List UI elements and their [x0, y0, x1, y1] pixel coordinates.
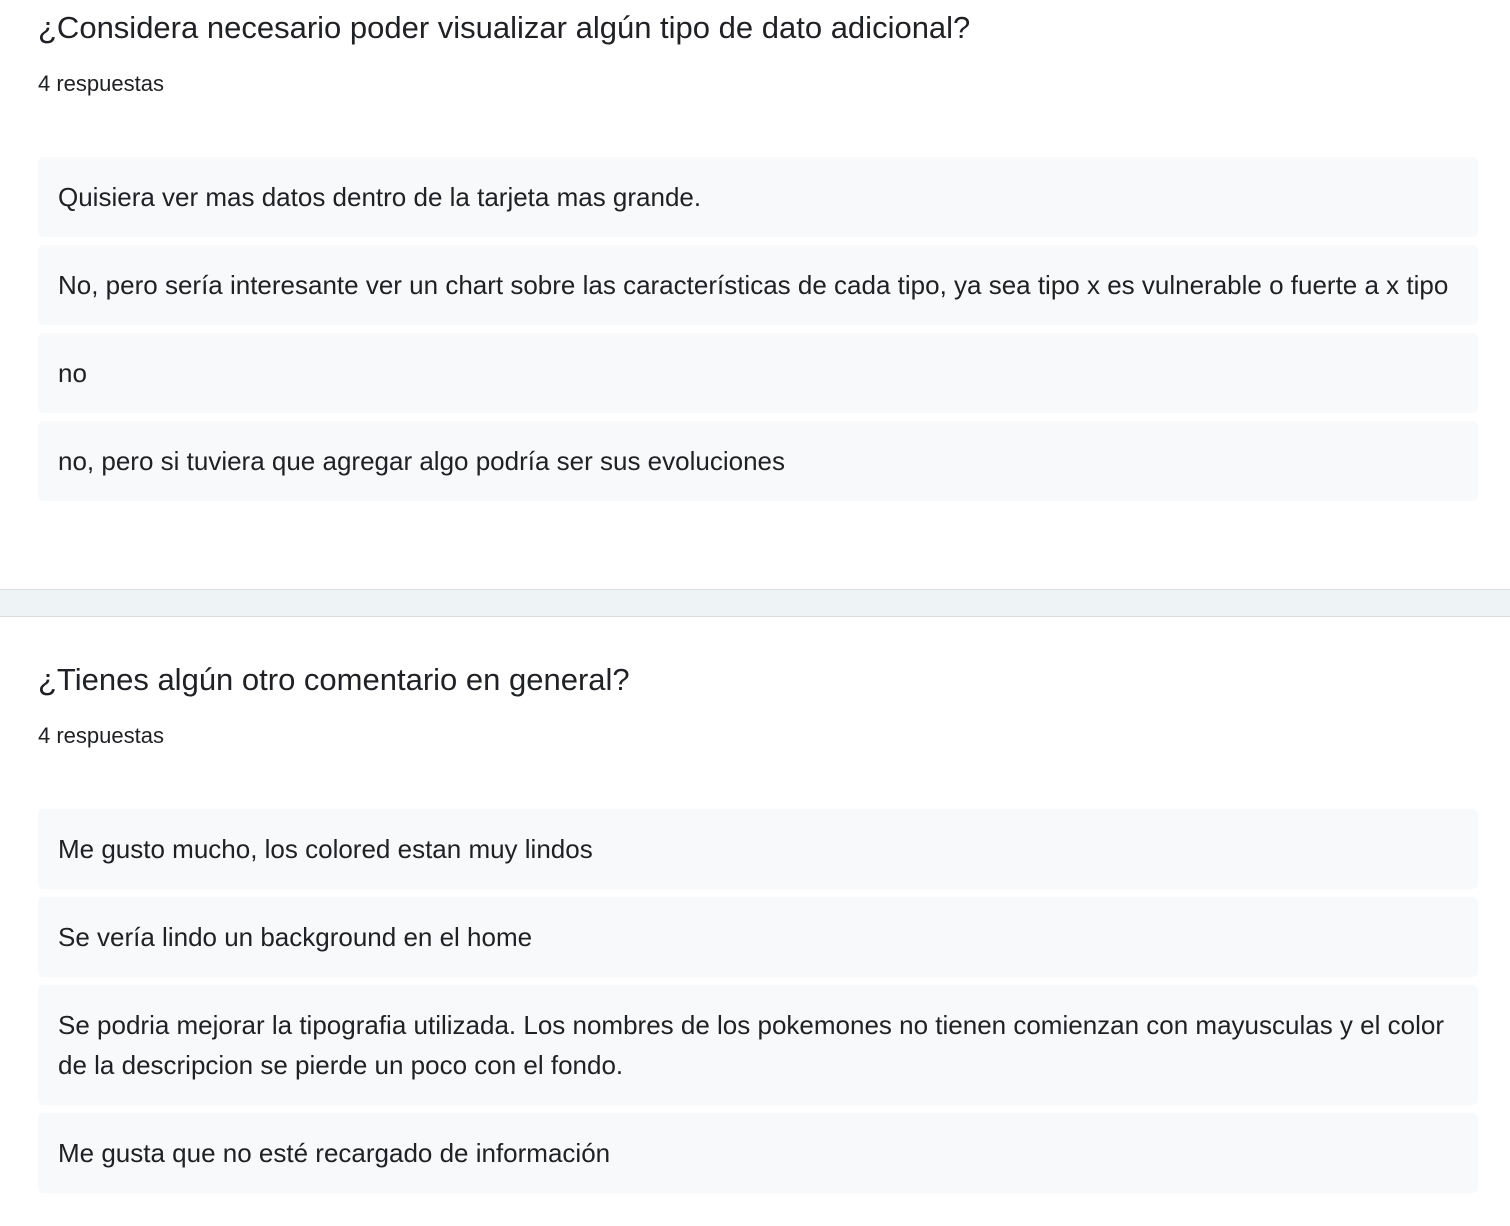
response-list: Me gusto mucho, los colored estan muy li… [38, 809, 1478, 1193]
response-count: 4 respuestas [38, 71, 164, 96]
question-card-general-comments: ¿Tienes algún otro comentario en general… [0, 617, 1510, 1226]
response-item: Me gusta que no esté recargado de inform… [38, 1113, 1478, 1193]
response-item: Se vería lindo un background en el home [38, 897, 1478, 977]
question-card-additional-data: ¿Considera necesario poder visualizar al… [0, 0, 1510, 590]
response-item: No, pero sería interesante ver un chart … [38, 245, 1478, 325]
response-count: 4 respuestas [38, 723, 164, 748]
response-item: Me gusto mucho, los colored estan muy li… [38, 809, 1478, 889]
question-title: ¿Tienes algún otro comentario en general… [38, 662, 630, 697]
response-item: Se podria mejorar la tipografia utilizad… [38, 985, 1478, 1105]
card-separator [0, 590, 1510, 617]
response-item: Quisiera ver mas datos dentro de la tarj… [38, 157, 1478, 237]
response-item: no, pero si tuviera que agregar algo pod… [38, 421, 1478, 501]
question-title: ¿Considera necesario poder visualizar al… [38, 10, 971, 45]
response-list: Quisiera ver mas datos dentro de la tarj… [38, 157, 1478, 501]
response-item: no [38, 333, 1478, 413]
